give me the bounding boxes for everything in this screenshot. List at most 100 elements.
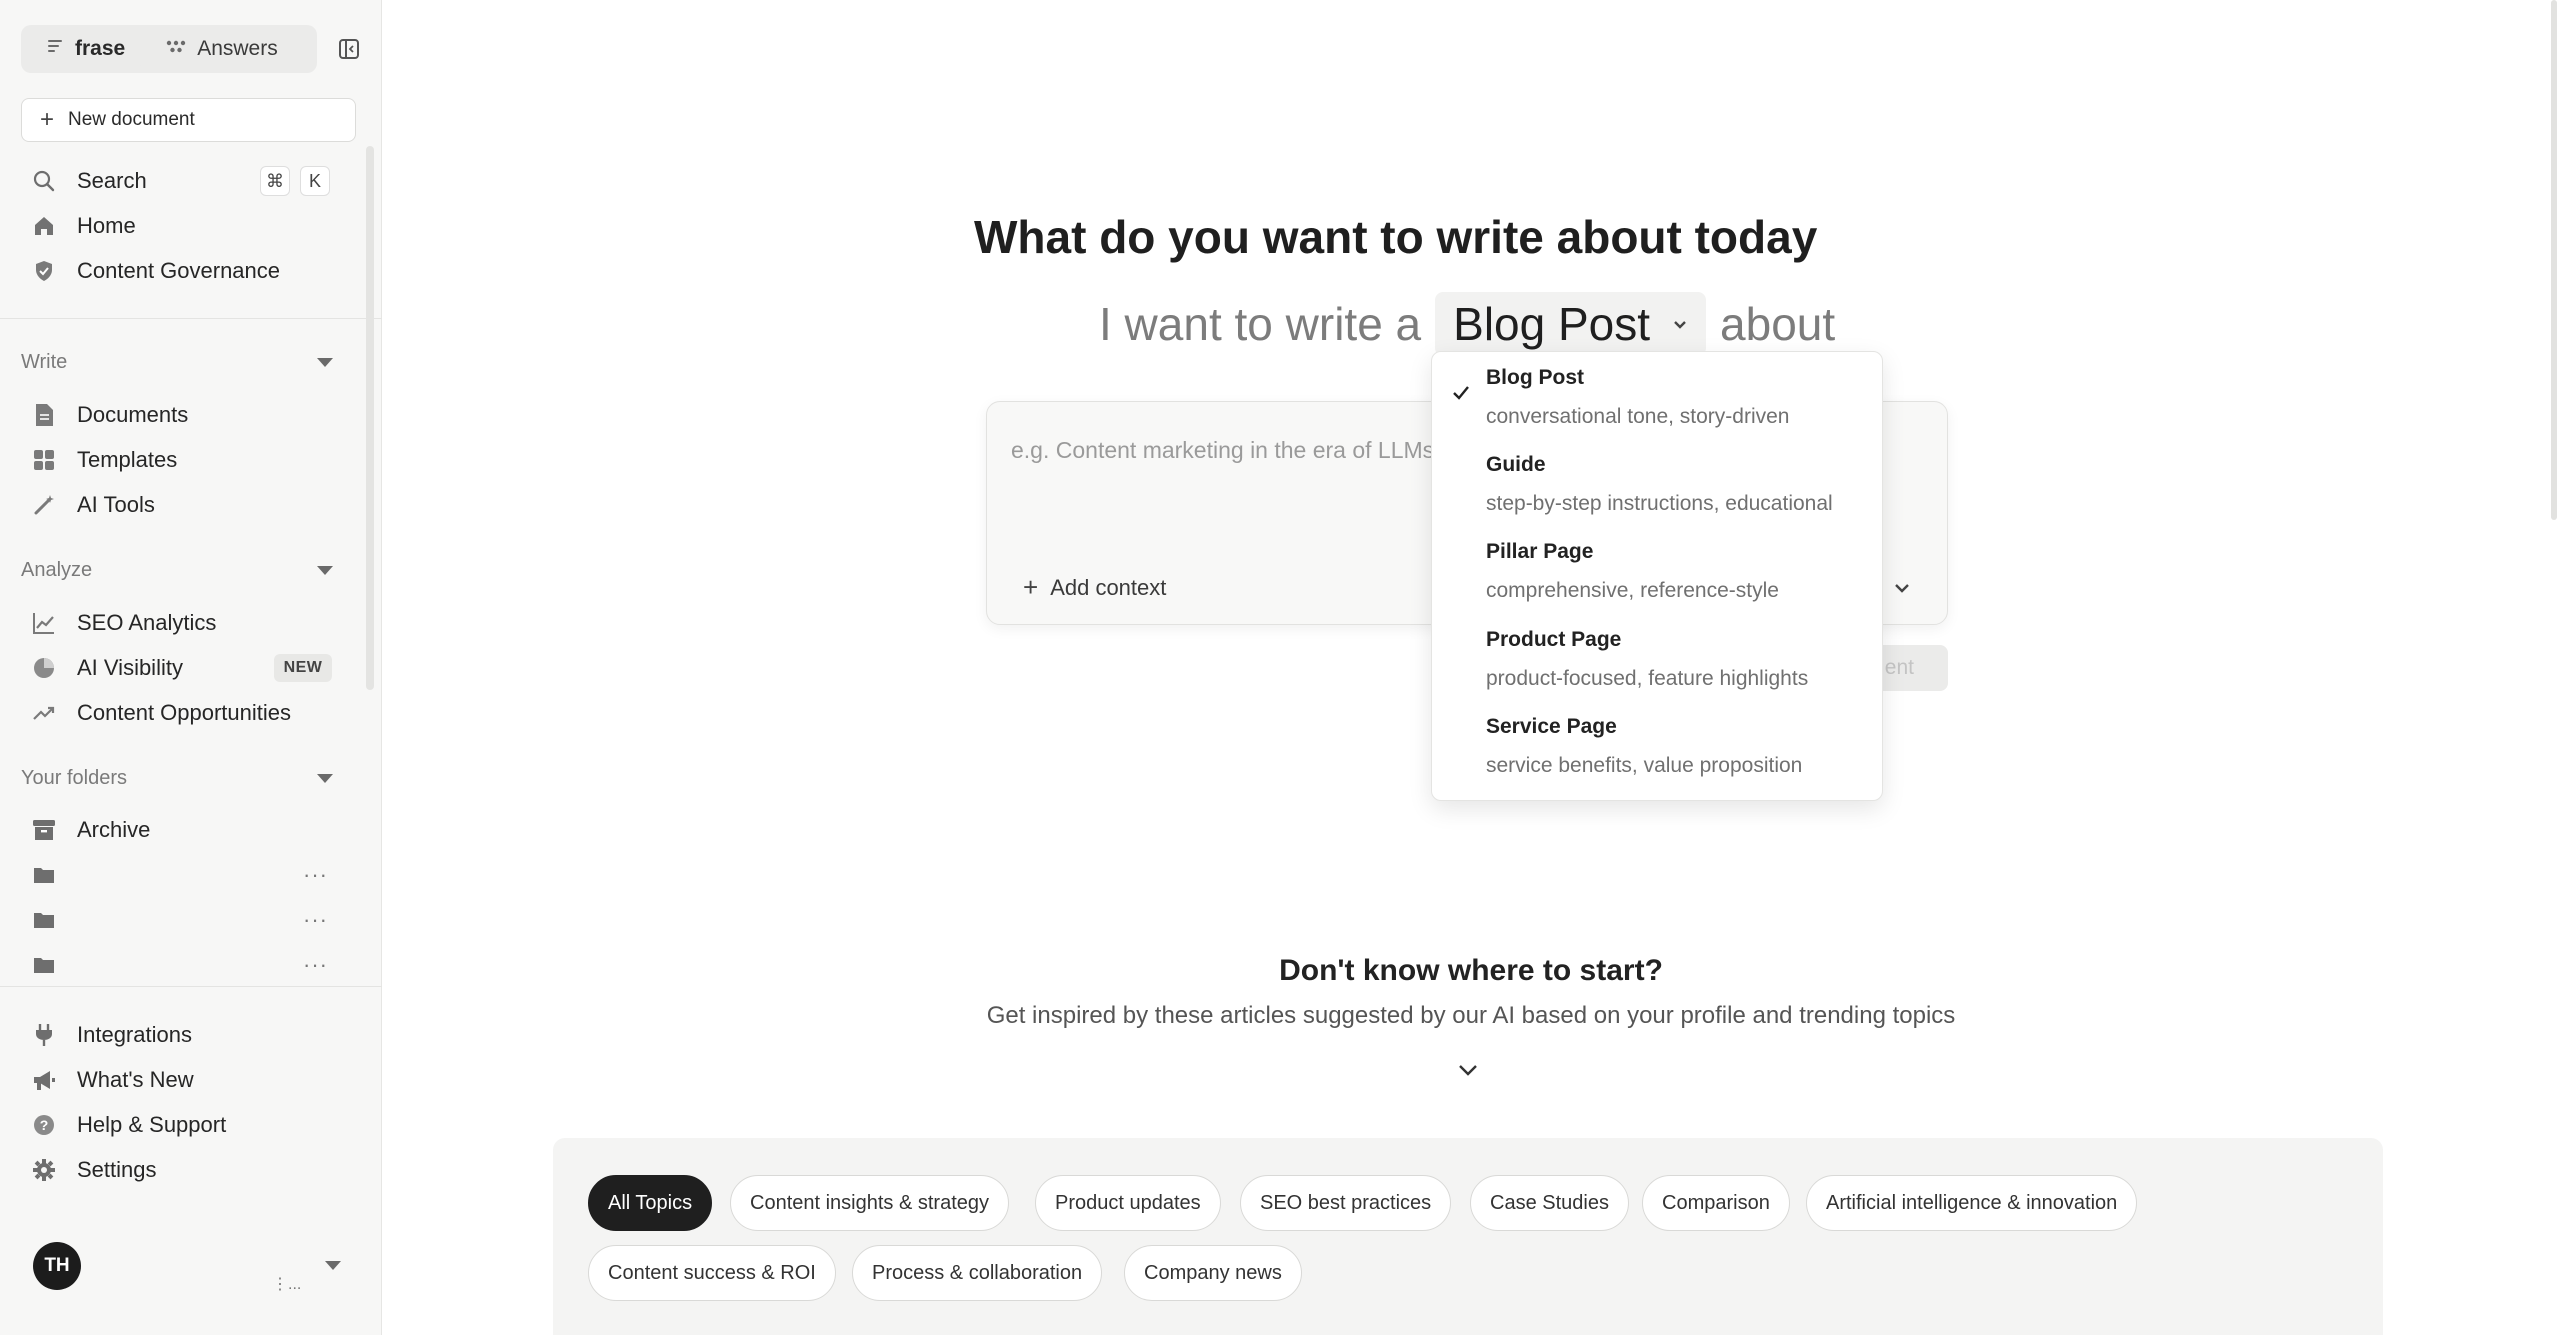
topic-chip[interactable]: Process & collaboration [852,1245,1103,1301]
sidebar-item-ai-tools[interactable]: AI Tools [21,485,341,525]
folder-icon [31,862,57,888]
dropdown-option-service-page[interactable]: Service Page service benefits, value pro… [1432,701,1884,788]
topic-chip[interactable]: Case Studies [1470,1175,1629,1231]
chevron-down-icon [1672,311,1688,337]
dropdown-option-label: Blog Post [1486,366,1584,389]
sidebar-item-documents[interactable]: Documents [21,395,341,435]
sidebar-item-label: SEO Analytics [77,610,217,635]
sidebar-item-templates[interactable]: Templates [21,440,341,480]
app-switch-answers-label: Answers [197,37,278,60]
topics-panel: All Topics Content insights & strategy P… [553,1138,2383,1335]
search-icon [31,168,57,194]
sidebar-item-folder[interactable] [21,900,341,940]
shield-icon [31,258,57,284]
folder-menu-icon[interactable]: ··· [303,907,328,933]
dropdown-option-label: Guide [1486,453,1546,476]
sidebar-item-home[interactable]: Home [21,206,341,246]
dropdown-option-label: Service Page [1486,715,1617,738]
sidebar-item-label: What's New [77,1067,194,1092]
pie-icon [31,655,57,681]
dropdown-option-guide[interactable]: Guide step-by-step instructions, educati… [1432,439,1884,526]
content-type-dropdown: Blog Post conversational tone, story-dri… [1431,351,1883,801]
dropdown-option-product-page[interactable]: Product Page product-focused, feature hi… [1432,614,1884,701]
app-switch-answers[interactable]: Answers [147,30,296,68]
dropdown-option-desc: product-focused, feature highlights [1486,667,1809,690]
caret-down-icon [317,357,333,367]
dropdown-option-label: Product Page [1486,628,1622,651]
topic-chip-all-topics[interactable]: All Topics [588,1175,713,1231]
caret-down-icon [317,773,333,783]
sidebar-item-whats-new[interactable]: What's New [21,1060,341,1100]
topic-chip[interactable]: Company news [1124,1245,1302,1301]
dropdown-option-label: Pillar Page [1486,540,1594,563]
sidebar-scrollbar[interactable] [366,146,374,690]
sidebar-item-archive[interactable]: Archive [21,810,341,850]
inspiration-title: Don't know where to start? [1279,954,1663,987]
dropdown-option-blog-post[interactable]: Blog Post conversational tone, story-dri… [1432,352,1884,439]
inspiration-subtitle: Get inspired by these articles suggested… [986,1002,1956,1029]
sidebar-item-label: AI Tools [77,492,155,517]
sidebar-item-help-support[interactable]: ? Help & Support [21,1105,341,1145]
content-type-sentence: I want to write a Blog Post about [1099,292,1835,356]
shortcut-k-key: K [300,166,330,196]
topic-chip[interactable]: SEO best practices [1240,1175,1452,1231]
gear-icon [31,1157,57,1183]
chevron-down-icon[interactable] [1893,574,1911,600]
section-write-title: Write [21,350,68,373]
sidebar-item-label: Settings [77,1157,157,1182]
app-switch-frase[interactable]: frase [27,30,144,68]
folder-menu-icon[interactable]: ··· [303,862,328,888]
megaphone-icon [31,1067,57,1093]
sidebar-item-label: Archive [77,817,151,842]
section-analyze-header[interactable]: Analyze [21,553,341,587]
topic-chip[interactable]: Content success & ROI [588,1245,836,1301]
new-badge: NEW [274,654,332,682]
app-switch-frase-label: frase [75,37,126,60]
chart-line-icon [31,610,57,636]
home-icon [31,213,57,239]
wand-icon [31,492,57,518]
section-write-header[interactable]: Write [21,345,341,379]
plus-icon: + [1023,572,1039,602]
shortcut-cmd-key: ⌘ [260,166,290,196]
avatar[interactable]: TH [33,1242,81,1290]
user-menu-caret-icon[interactable] [325,1261,341,1270]
collapse-sidebar-icon[interactable] [336,36,362,62]
archive-icon [31,817,57,843]
help-icon: ? [31,1112,57,1138]
page-title: What do you want to write about today [974,211,1818,263]
plus-icon: + [40,106,55,133]
add-context-button[interactable]: + Add context [1023,572,1166,603]
topic-chip[interactable]: Product updates [1035,1175,1221,1231]
sentence-suffix: about [1720,298,1836,350]
content-type-select[interactable]: Blog Post [1435,292,1707,356]
topic-chip[interactable]: Content insights & strategy [730,1175,1010,1231]
trend-up-icon [31,700,57,726]
sidebar: frase Answers + New document Search ⌘ K … [0,0,382,1335]
sidebar-item-folder[interactable] [21,855,341,895]
main-scrollbar[interactable] [2551,0,2557,520]
sidebar-item-label: Templates [77,447,178,472]
sidebar-item-search[interactable]: Search [21,161,341,201]
scroll-down-chevron-icon[interactable] [1457,1062,1479,1083]
dropdown-option-desc: service benefits, value proposition [1486,754,1803,777]
dropdown-option-desc: conversational tone, story-driven [1486,405,1790,428]
dropdown-option-pillar-page[interactable]: Pillar Page comprehensive, reference-sty… [1432,526,1884,613]
sidebar-item-label: Help & Support [77,1112,227,1137]
folder-icon [31,907,57,933]
dropdown-option-desc: step-by-step instructions, educational [1486,492,1833,515]
sidebar-item-label: Content Opportunities [77,700,292,725]
sidebar-item-seo-analytics[interactable]: SEO Analytics [21,603,341,643]
sidebar-item-label: Documents [77,402,189,427]
topic-chip[interactable]: Comparison [1642,1175,1790,1231]
new-document-button[interactable]: + New document [21,98,356,142]
sidebar-item-settings[interactable]: Settings [21,1150,341,1190]
sidebar-item-content-governance[interactable]: Content Governance [21,251,341,291]
topic-chip[interactable]: Artificial intelligence & innovation [1806,1175,2138,1231]
create-content-label: ent [1884,656,1914,679]
sidebar-item-label: AI Visibility [77,655,183,680]
section-folders-header[interactable]: Your folders [21,761,341,795]
sidebar-item-content-opportunities[interactable]: Content Opportunities [21,693,341,733]
section-folders-title: Your folders [21,766,127,789]
check-icon [1453,386,1469,400]
